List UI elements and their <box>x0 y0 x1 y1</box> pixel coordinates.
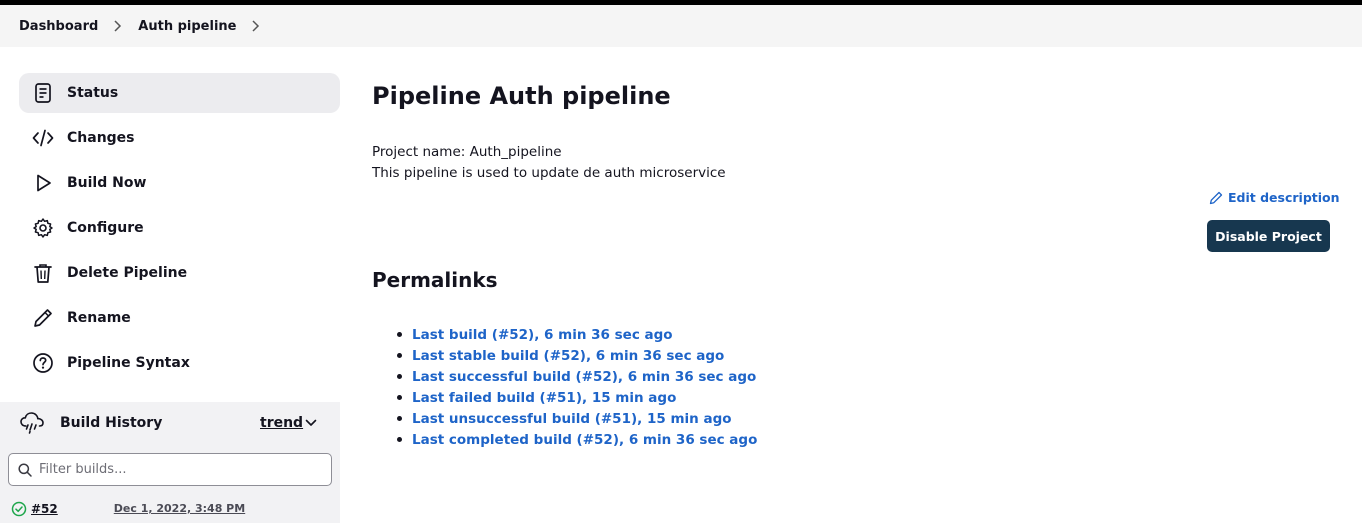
page-title: Pipeline Auth pipeline <box>372 82 671 110</box>
breadcrumb-auth-pipeline[interactable]: Auth pipeline <box>138 19 236 34</box>
permalinks-heading: Permalinks <box>372 268 498 292</box>
filter-builds-box[interactable] <box>8 453 332 486</box>
sidebar-item-label: Status <box>67 85 119 101</box>
edit-description-label: Edit description <box>1228 190 1340 205</box>
pencil-icon <box>32 307 54 329</box>
sidebar-item-label: Configure <box>67 220 144 236</box>
build-history-header: Build History trend <box>0 402 340 444</box>
bullet <box>397 332 402 337</box>
sidebar-item-rename[interactable]: Rename <box>19 298 340 338</box>
sidebar-item-status[interactable]: Status <box>19 73 340 113</box>
edit-description-link[interactable]: Edit description <box>1209 190 1340 205</box>
success-check-icon <box>11 501 27 517</box>
pencil-icon <box>1209 191 1223 205</box>
project-name-line: Project name: Auth_pipeline <box>372 144 562 160</box>
bullet <box>397 437 402 442</box>
search-icon <box>17 462 33 478</box>
description-text: This pipeline is used to update de auth … <box>372 165 726 181</box>
code-icon <box>32 127 54 149</box>
disable-project-button[interactable]: Disable Project <box>1207 220 1330 252</box>
filter-builds-input[interactable] <box>39 462 319 477</box>
list-item: Last completed build (#52), 6 min 36 sec… <box>397 429 757 450</box>
permalink-last-successful-build[interactable]: Last successful build (#52), 6 min 36 se… <box>412 369 756 385</box>
build-number-link[interactable]: #52 <box>31 502 58 516</box>
permalink-last-build[interactable]: Last build (#52), 6 min 36 sec ago <box>412 327 673 343</box>
permalink-last-failed-build[interactable]: Last failed build (#51), 15 min ago <box>412 390 676 406</box>
sidebar-item-delete-pipeline[interactable]: Delete Pipeline <box>19 253 340 293</box>
project-description: Project name: Auth_pipeline This pipelin… <box>372 142 726 184</box>
breadcrumb-dashboard[interactable]: Dashboard <box>19 19 98 34</box>
bullet <box>397 395 402 400</box>
list-item: Last stable build (#52), 6 min 36 sec ag… <box>397 345 757 366</box>
permalinks-list: Last build (#52), 6 min 36 sec ago Last … <box>397 324 757 450</box>
bullet <box>397 353 402 358</box>
help-icon <box>32 352 54 374</box>
list-item: Last failed build (#51), 15 min ago <box>397 387 757 408</box>
document-icon <box>32 82 54 104</box>
build-history-title: Build History <box>60 415 163 431</box>
build-row[interactable]: #52 Dec 1, 2022, 3:48 PM <box>0 494 340 523</box>
list-item: Last unsuccessful build (#51), 15 min ag… <box>397 408 757 429</box>
gear-icon <box>32 217 54 239</box>
sidebar-nav: Status Changes Build Now Configure Delet… <box>19 73 340 388</box>
sidebar-item-label: Pipeline Syntax <box>67 355 190 371</box>
sidebar-item-label: Rename <box>67 310 131 326</box>
sidebar-item-configure[interactable]: Configure <box>19 208 340 248</box>
permalink-last-unsuccessful-build[interactable]: Last unsuccessful build (#51), 15 min ag… <box>412 411 732 427</box>
play-icon <box>32 172 54 194</box>
list-item: Last successful build (#52), 6 min 36 se… <box>397 366 757 387</box>
chevron-down-icon[interactable] <box>304 416 318 430</box>
breadcrumb: Dashboard Auth pipeline <box>0 5 1362 47</box>
trash-icon <box>32 262 54 284</box>
list-item: Last build (#52), 6 min 36 sec ago <box>397 324 757 345</box>
sidebar-item-label: Changes <box>67 130 135 146</box>
sidebar-item-build-now[interactable]: Build Now <box>19 163 340 203</box>
sidebar-item-changes[interactable]: Changes <box>19 118 340 158</box>
permalink-last-completed-build[interactable]: Last completed build (#52), 6 min 36 sec… <box>412 432 757 448</box>
sidebar-item-label: Build Now <box>67 175 147 191</box>
permalink-last-stable-build[interactable]: Last stable build (#52), 6 min 36 sec ag… <box>412 348 724 364</box>
chevron-right-icon[interactable] <box>250 19 260 33</box>
bullet <box>397 416 402 421</box>
bullet <box>397 374 402 379</box>
sidebar-item-pipeline-syntax[interactable]: Pipeline Syntax <box>19 343 340 383</box>
cloud-rain-icon <box>19 410 45 436</box>
chevron-right-icon[interactable] <box>112 19 122 33</box>
build-date-link[interactable]: Dec 1, 2022, 3:48 PM <box>114 502 245 515</box>
trend-link[interactable]: trend <box>260 415 303 431</box>
sidebar: Status Changes Build Now Configure Delet… <box>0 47 340 523</box>
sidebar-item-label: Delete Pipeline <box>67 265 188 281</box>
filter-area <box>0 444 340 494</box>
